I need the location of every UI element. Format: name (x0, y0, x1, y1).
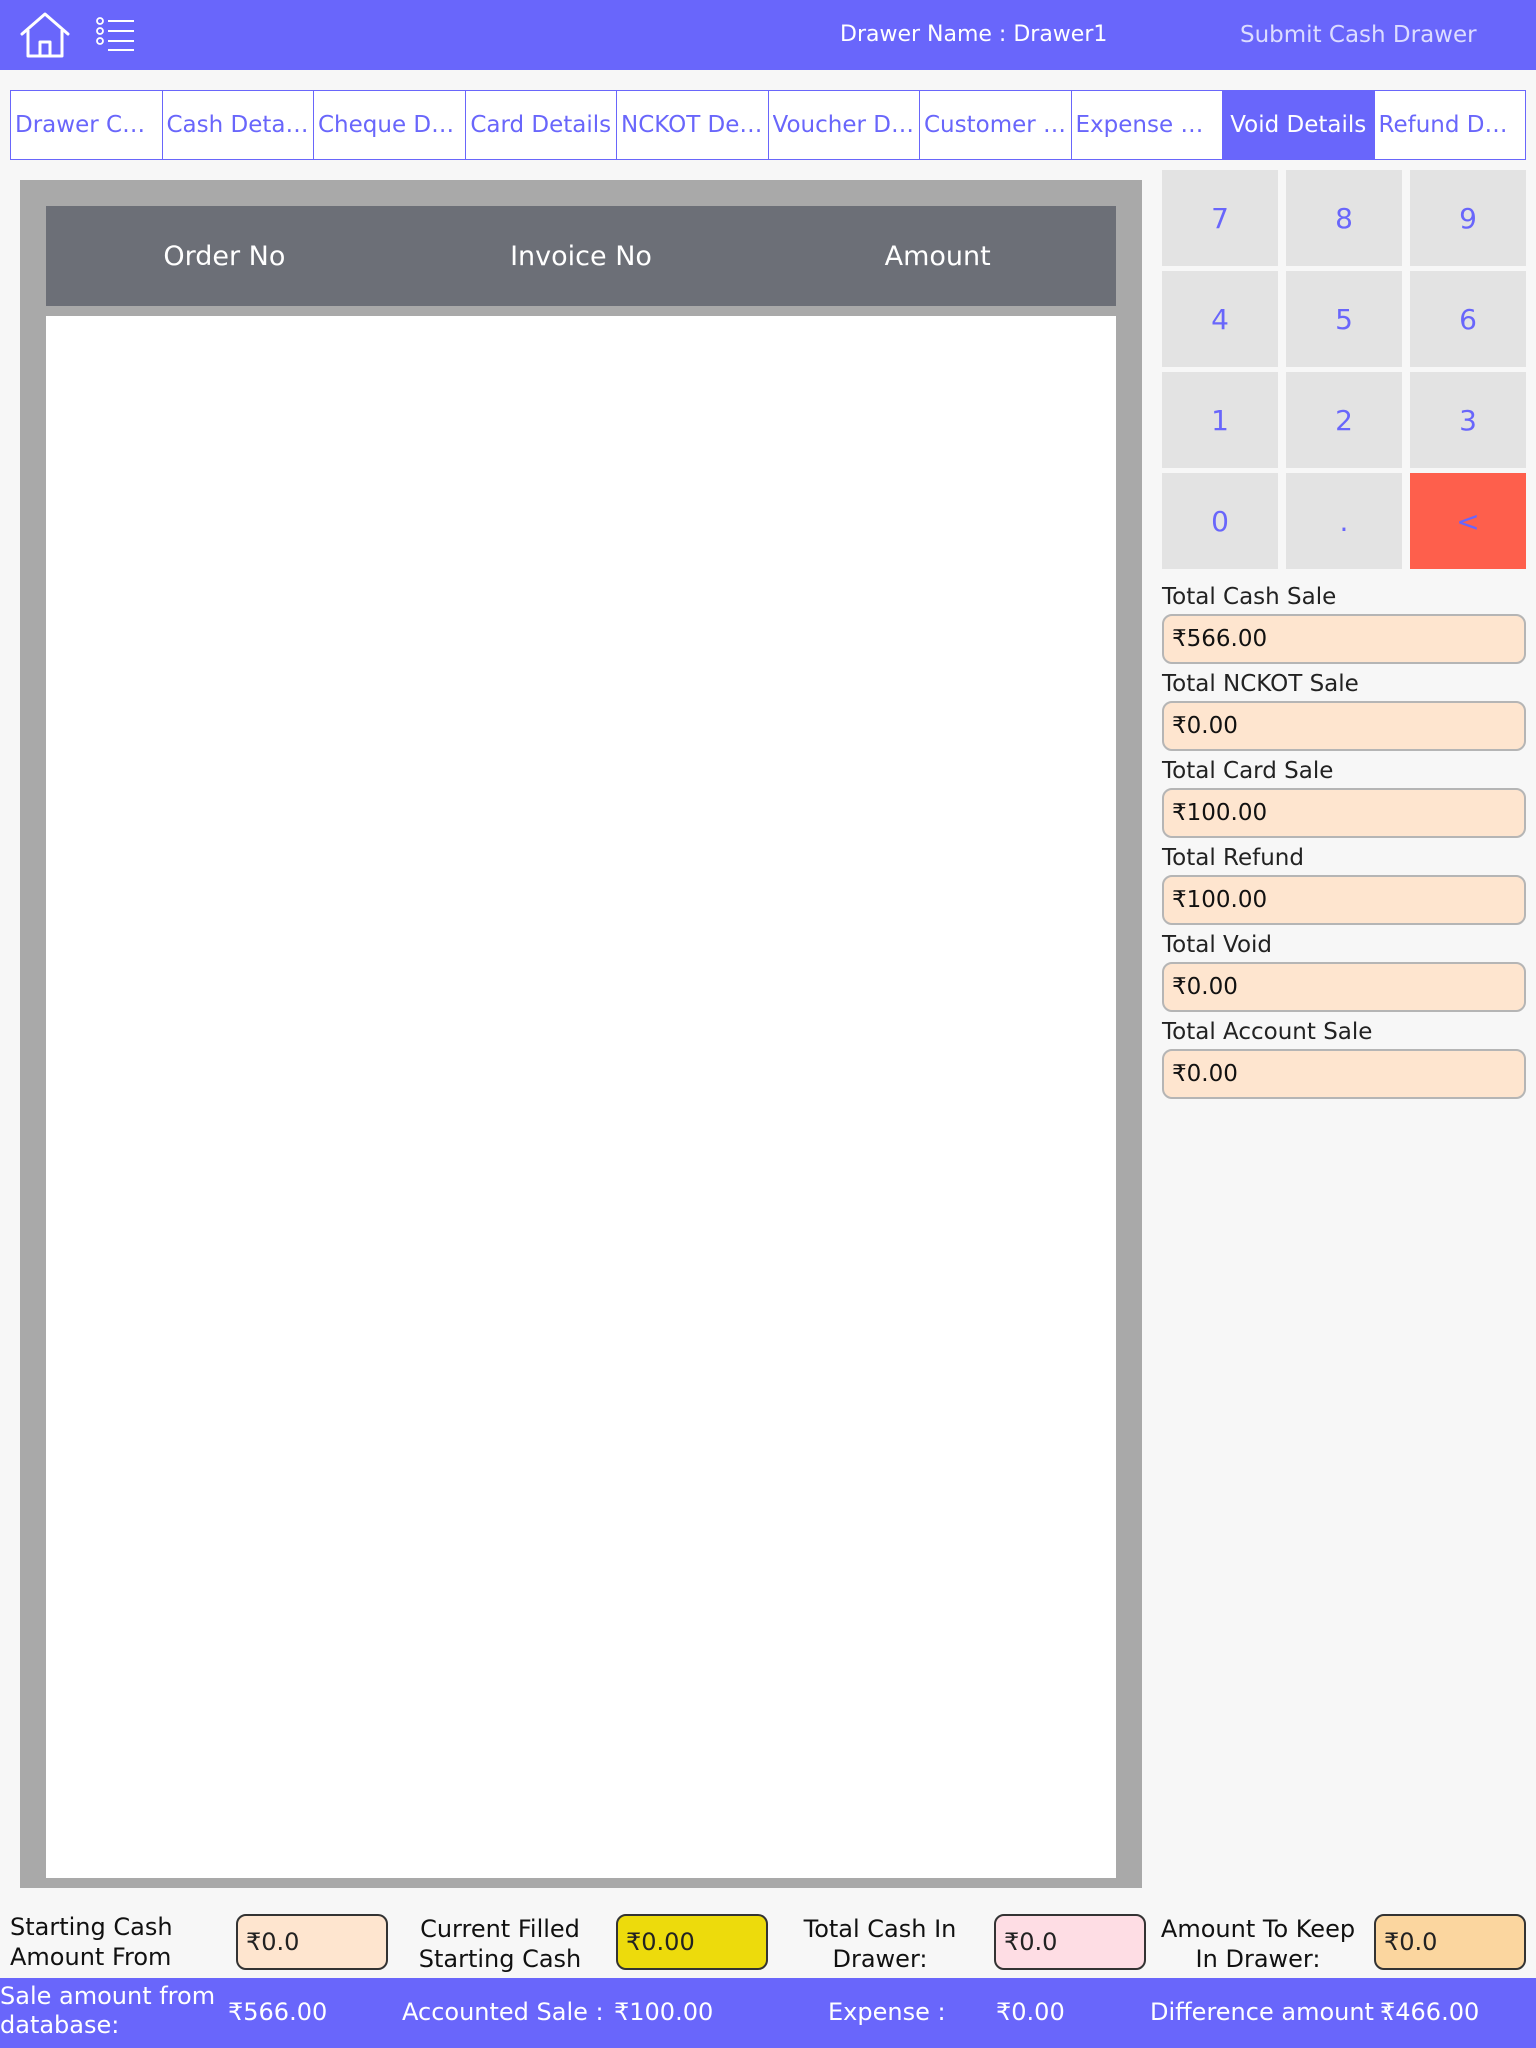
tab-label: Expense Det... (1075, 112, 1219, 138)
expense-value: ₹0.00 (996, 1998, 1065, 2026)
tab-label: NCKOT Det... (621, 112, 764, 138)
total-cash-sale-label: Total Cash Sale (1162, 584, 1337, 610)
tab-void-details[interactable]: Void Details (1223, 91, 1375, 159)
tab-cheque-details[interactable]: Cheque Det... (314, 91, 466, 159)
amount-to-keep-field[interactable]: ₹0.0 (1374, 1914, 1526, 1970)
amount-to-keep-label: Amount To Keep In Drawer: (1160, 1915, 1356, 1973)
tab-label: Drawer Cash (15, 112, 158, 138)
table-body[interactable] (46, 316, 1116, 1878)
drawer-name: Drawer Name : Drawer1 (840, 22, 1108, 47)
accounted-sale-value: ₹100.00 (614, 1998, 714, 2026)
total-account-sale-field[interactable]: ₹0.00 (1162, 1049, 1526, 1099)
tab-customer-account[interactable]: Customer A... (920, 91, 1072, 159)
top-bar: Drawer Name : Drawer1 Submit Cash Drawer (0, 0, 1536, 70)
key-1[interactable]: 1 (1162, 372, 1278, 468)
expense-label: Expense : (828, 1998, 946, 2026)
drawer-summary-row: Starting Cash Amount From ₹0.0 Current F… (0, 1912, 1536, 2003)
key-9[interactable]: 9 (1410, 170, 1526, 266)
column-order-no: Order No (163, 240, 286, 272)
key-decimal[interactable]: . (1286, 473, 1402, 569)
tab-label: Refund Deta... (1378, 112, 1522, 138)
totals-panel: Total Cash Sale ₹566.00 Total NCKOT Sale… (1162, 580, 1526, 1102)
key-7[interactable]: 7 (1162, 170, 1278, 266)
column-amount: Amount (884, 240, 991, 272)
current-filled-field[interactable]: ₹0.00 (616, 1914, 768, 1970)
column-invoice-no: Invoice No (510, 240, 652, 272)
total-account-sale-label: Total Account Sale (1162, 1019, 1373, 1045)
total-nckot-sale-label: Total NCKOT Sale (1162, 671, 1359, 697)
total-refund-label: Total Refund (1162, 845, 1304, 871)
submit-cash-drawer-button[interactable]: Submit Cash Drawer (1240, 22, 1477, 48)
tab-label: Card Details (470, 112, 612, 138)
tab-voucher-details[interactable]: Voucher Det... (769, 91, 920, 159)
key-0[interactable]: 0 (1162, 473, 1278, 569)
tab-label: Void Details (1230, 112, 1367, 138)
total-nckot-sale-field[interactable]: ₹0.00 (1162, 701, 1526, 751)
starting-cash-field[interactable]: ₹0.0 (236, 1914, 388, 1970)
tab-nckot-details[interactable]: NCKOT Det... (617, 91, 769, 159)
key-6[interactable]: 6 (1410, 271, 1526, 367)
total-cash-sale-field[interactable]: ₹566.00 (1162, 614, 1526, 664)
backspace-key[interactable]: < (1410, 473, 1526, 569)
tab-label: Cash Details (166, 112, 310, 138)
tab-expense-details[interactable]: Expense Det... (1072, 91, 1223, 159)
tab-bar: Drawer Cash Cash Details Cheque Det... C… (10, 90, 1526, 160)
footer-summary: Sale amount from database: ₹566.00 Accou… (0, 1978, 1536, 2048)
total-void-field[interactable]: ₹0.00 (1162, 962, 1526, 1012)
difference-value: ₹466.00 (1380, 1998, 1480, 2026)
list-icon[interactable] (96, 16, 136, 54)
key-2[interactable]: 2 (1286, 372, 1402, 468)
sale-amount-label: Sale amount from database: (0, 1982, 216, 2039)
key-3[interactable]: 3 (1410, 372, 1526, 468)
tab-drawer-cash[interactable]: Drawer Cash (11, 91, 163, 159)
total-cash-in-drawer-label: Total Cash In Drawer: (803, 1915, 957, 1973)
accounted-sale-label: Accounted Sale : (402, 1998, 604, 2026)
total-cash-in-drawer-field[interactable]: ₹0.0 (994, 1914, 1146, 1970)
key-8[interactable]: 8 (1286, 170, 1402, 266)
key-4[interactable]: 4 (1162, 271, 1278, 367)
total-refund-field[interactable]: ₹100.00 (1162, 875, 1526, 925)
tab-cash-details[interactable]: Cash Details (163, 91, 314, 159)
tab-refund-details[interactable]: Refund Deta... (1375, 91, 1526, 159)
void-details-table: Order No Invoice No Amount (20, 180, 1142, 1888)
total-card-sale-label: Total Card Sale (1162, 758, 1334, 784)
starting-cash-label: Starting Cash Amount From (10, 1913, 173, 1971)
difference-label: Difference amount : (1150, 1998, 1390, 2026)
total-card-sale-field[interactable]: ₹100.00 (1162, 788, 1526, 838)
sale-amount-value: ₹566.00 (228, 1998, 328, 2026)
home-icon[interactable] (18, 10, 72, 60)
tab-label: Cheque Det... (318, 112, 461, 138)
tab-card-details[interactable]: Card Details (466, 91, 617, 159)
table-header: Order No Invoice No Amount (46, 206, 1116, 306)
total-void-label: Total Void (1162, 932, 1273, 958)
key-5[interactable]: 5 (1286, 271, 1402, 367)
numeric-keypad: 7 8 9 4 5 6 1 2 3 0 . < (1162, 170, 1526, 570)
tab-label: Voucher Det... (772, 112, 916, 138)
tab-label: Customer A... (924, 112, 1067, 138)
